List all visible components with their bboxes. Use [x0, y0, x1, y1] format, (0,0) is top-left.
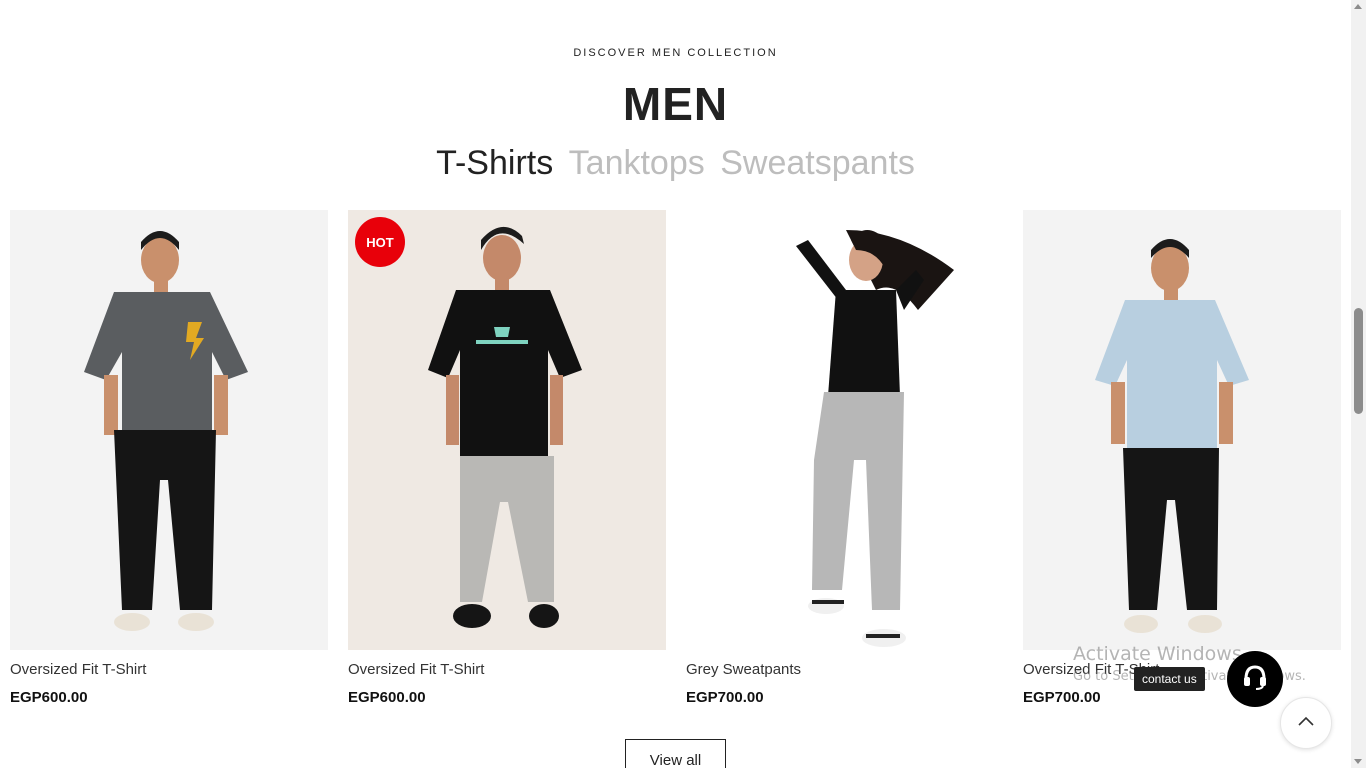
product-grid: Oversized Fit T-Shirt EGP600.00 HOT Over… [10, 210, 1341, 710]
product-name[interactable]: Grey Sweatpants [686, 661, 801, 678]
tab-sweatspants[interactable]: Sweatspants [720, 143, 915, 183]
section-eyebrow: DISCOVER MEN COLLECTION [573, 47, 778, 59]
view-all-button[interactable]: View all [625, 739, 726, 768]
product-image[interactable] [686, 210, 1004, 650]
hot-badge: HOT [355, 217, 405, 267]
category-tabs: T-Shirts Tanktops Sweatspants [0, 143, 1351, 183]
product-price: EGP700.00 [686, 689, 764, 706]
product-card[interactable]: HOT Oversized Fit T-Shirt EGP600.00 [348, 210, 666, 710]
tab-tanktops[interactable]: Tanktops [569, 143, 705, 183]
product-card[interactable]: Grey Sweatpants EGP700.00 [686, 210, 1004, 710]
section-title: MEN [622, 78, 729, 130]
product-name[interactable]: Oversized Fit T-Shirt [348, 661, 484, 678]
page: DISCOVER MEN COLLECTION MEN T-Shirts Tan… [0, 0, 1351, 768]
scrollbar-thumb[interactable] [1354, 308, 1363, 414]
product-image[interactable] [10, 210, 328, 650]
scroll-up-arrow-icon[interactable] [1354, 4, 1362, 9]
product-image[interactable]: HOT [348, 210, 666, 650]
tab-t-shirts[interactable]: T-Shirts [436, 143, 553, 183]
product-price: EGP600.00 [348, 689, 426, 706]
contact-us-label[interactable]: contact us [1134, 667, 1205, 691]
product-name[interactable]: Oversized Fit T-Shirt [10, 661, 146, 678]
page-scrollbar[interactable] [1351, 0, 1366, 768]
contact-button[interactable] [1227, 651, 1283, 707]
headset-icon [1240, 662, 1270, 697]
scroll-down-arrow-icon[interactable] [1354, 759, 1362, 764]
product-price: EGP600.00 [10, 689, 88, 706]
product-image[interactable] [1023, 210, 1341, 650]
product-card[interactable]: Oversized Fit T-Shirt EGP600.00 [10, 210, 328, 710]
product-price: EGP700.00 [1023, 689, 1101, 706]
chevron-up-icon [1297, 714, 1315, 732]
back-to-top-button[interactable] [1280, 697, 1332, 749]
product-card[interactable]: Oversized Fit T-Shirt EGP700.00 [1023, 210, 1341, 710]
